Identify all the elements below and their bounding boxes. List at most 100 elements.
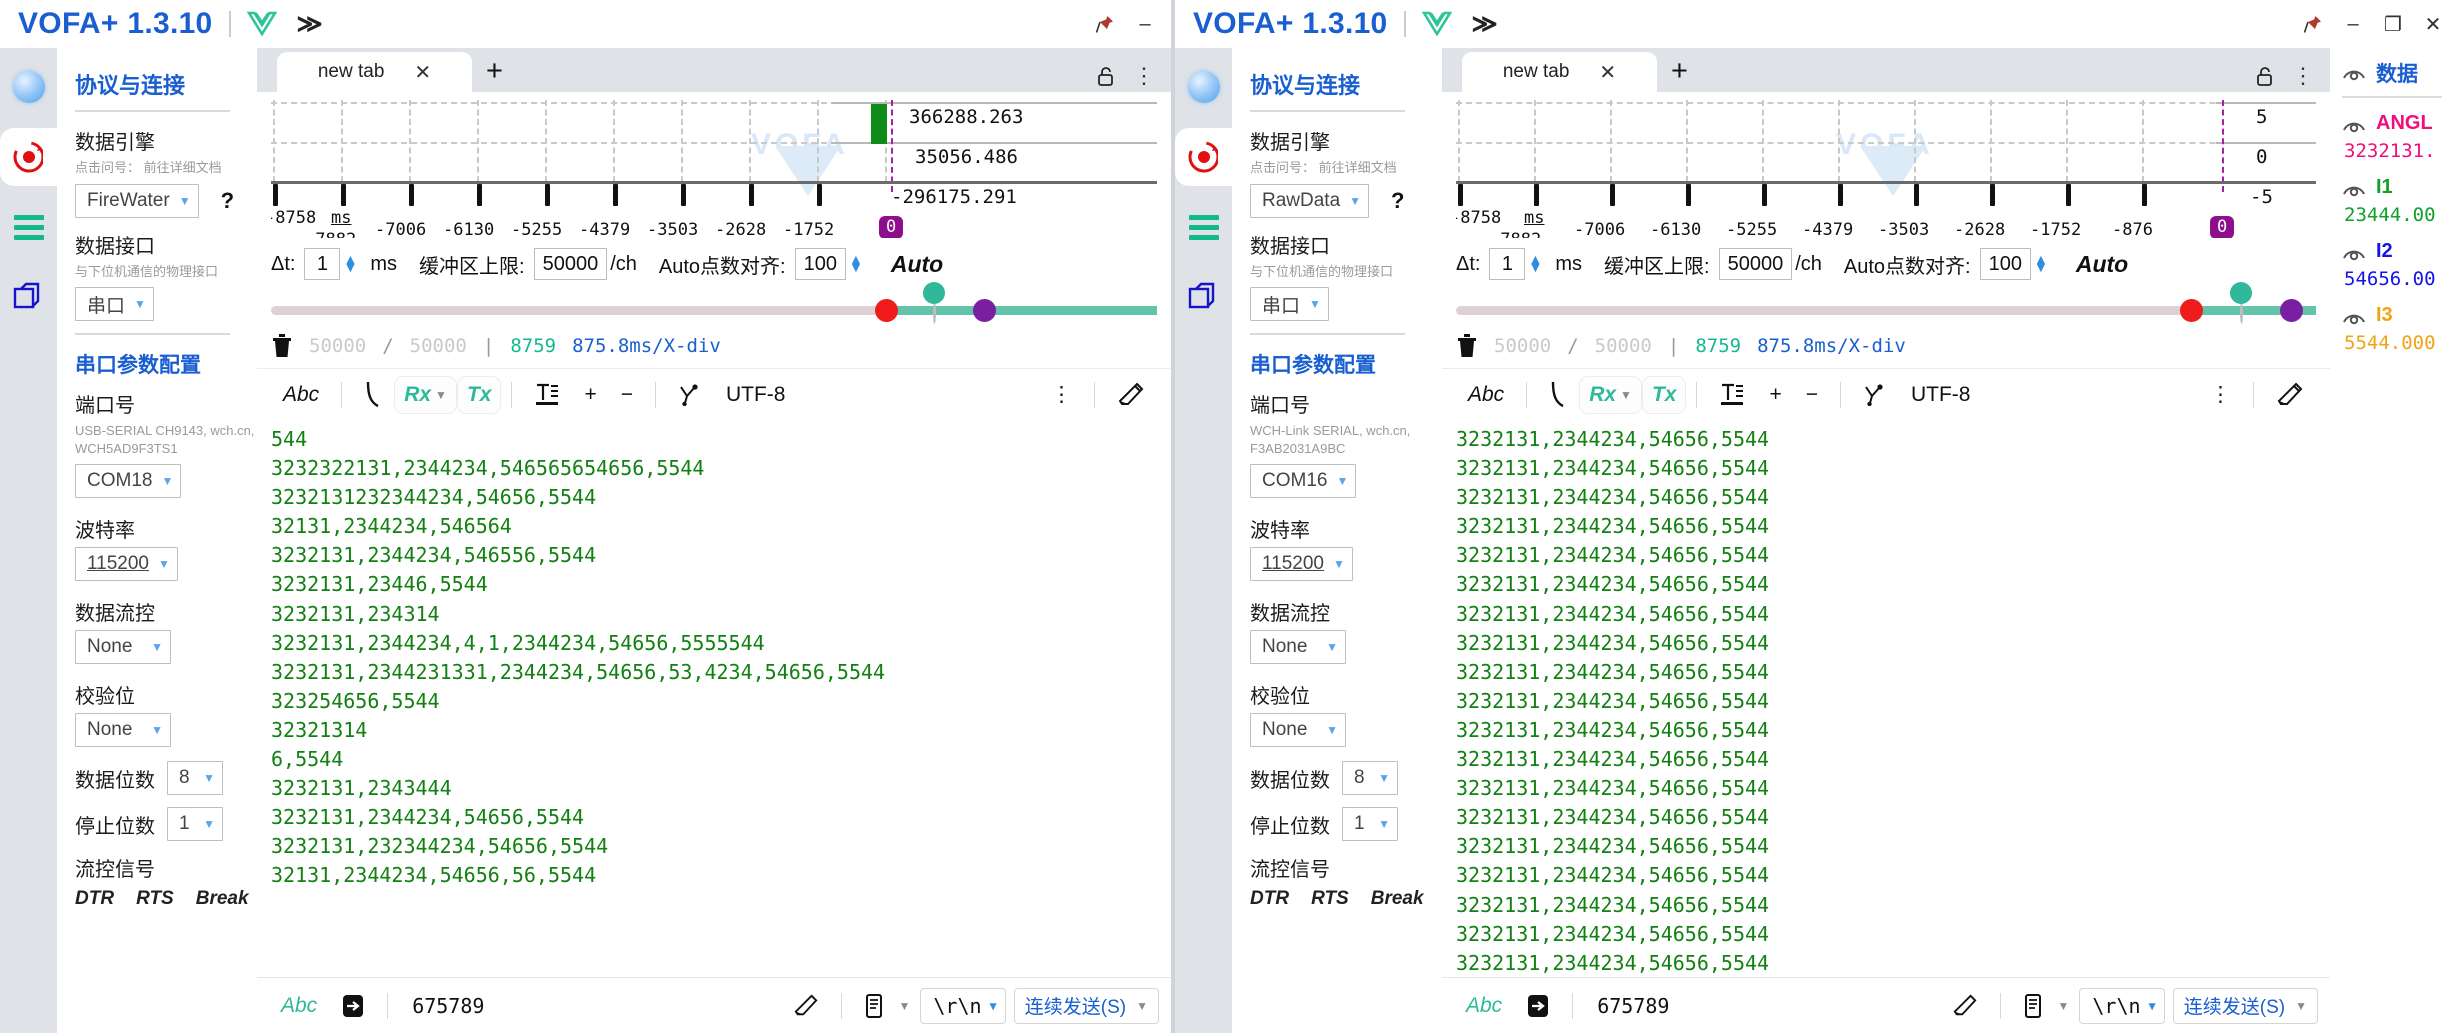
right-dt-input[interactable]: 1 [1489,248,1526,280]
right-send-arrow-icon[interactable] [1514,986,1562,1026]
left-auto-button[interactable]: Auto [891,251,943,278]
right-flow-select[interactable]: None ▼ [1250,630,1346,665]
rail-item-connection[interactable] [1175,128,1232,186]
right-auto-button[interactable]: Auto [2076,251,2128,278]
left-port-select[interactable]: COM18 ▼ [75,464,182,499]
left-align-input[interactable]: 100 [794,248,846,280]
right-newline-select[interactable]: \r\n ▼ [2079,987,2165,1024]
right-send-input[interactable]: 675789 [1583,994,1940,1018]
left-send-abc-button[interactable]: Abc [269,986,329,1026]
eye-icon[interactable] [2342,180,2366,196]
right-term-wrap-icon[interactable] [1707,375,1757,415]
right-data-interface-select[interactable]: 串口 ▼ [1250,287,1329,322]
right-databits-select[interactable]: 8 ▼ [1342,761,1398,796]
rail-item-windows[interactable] [1175,268,1232,326]
rail-item-connection[interactable] [0,128,57,186]
left-align-stepper[interactable]: ▲ ▼ [849,253,863,274]
left-newline-select[interactable]: \r\n ▼ [920,987,1006,1024]
close-icon[interactable]: ✕ [414,60,431,85]
left-data-engine-help-icon[interactable]: ? [221,188,234,214]
right-plot-cursor-badge[interactable]: 0 [2210,216,2235,238]
data-panel-item-i3[interactable]: I3 5544.000 [2342,304,2459,354]
left-dt-stepper[interactable]: ▲ ▼ [343,253,357,274]
right-term-more-icon[interactable]: ⋮ [2198,375,2243,415]
left-data-engine-select[interactable]: FireWater ▼ [75,183,199,218]
left-send-arrow-icon[interactable] [329,986,377,1026]
right-align-input[interactable]: 100 [1979,248,2031,280]
eye-icon[interactable] [2342,244,2366,260]
right-data-engine-select[interactable]: RawData ▼ [1250,183,1370,218]
left-data-interface-select[interactable]: 串口 ▼ [75,287,154,322]
rail-item-windows[interactable] [0,268,57,326]
left-send-input[interactable]: 675789 [398,994,781,1018]
close-icon[interactable]: ✕ [1599,60,1616,85]
right-send-button[interactable]: 连续发送(S) ▼ [2172,987,2318,1024]
minimize-button[interactable]: – [2333,7,2373,41]
trash-icon[interactable] [1456,334,1478,358]
minimize-button[interactable]: – [1125,7,1165,41]
right-stopbits-select[interactable]: 1 ▼ [1342,807,1398,842]
right-parity-select[interactable]: None ▼ [1250,713,1346,748]
right-term-zoom-in-button[interactable]: + [1757,375,1793,415]
data-panel-item-i1[interactable]: I1 23444.00 [2342,176,2459,226]
eye-icon[interactable] [2342,116,2366,132]
expand-chevrons-icon[interactable]: ≫ [297,9,323,39]
right-slider-end-knob[interactable] [2280,299,2303,322]
left-buffer-input[interactable]: 50000 [533,248,608,280]
right-send-clear-icon[interactable] [1940,986,1990,1026]
pin-icon[interactable] [1085,7,1125,41]
left-databits-select[interactable]: 8 ▼ [167,761,223,796]
chevron-down-icon[interactable]: ▼ [2057,999,2069,1013]
left-tab-more-icon[interactable]: ⋮ [1133,65,1155,87]
rail-orb-indicator[interactable] [0,58,57,116]
left-dtr-button[interactable]: DTR [75,888,114,910]
left-terminal-output[interactable]: 544 3232322131,2344234,546565654656,5544… [257,421,1171,977]
right-term-hook-icon[interactable] [1537,375,1579,415]
rail-orb-indicator[interactable] [1175,58,1232,116]
right-term-encoding-label[interactable]: UTF-8 [1899,375,1983,415]
eye-icon[interactable] [2342,65,2366,81]
left-plot[interactable]: VOFA 366288.263 35056.486 -296175.291 87… [271,100,1157,238]
left-term-rx-toggle[interactable]: Rx ▼ [394,376,457,414]
right-baud-select[interactable]: 115200 ▼ [1250,547,1353,582]
left-term-zoom-out-button[interactable]: − [609,375,645,415]
left-tab-new-tab[interactable]: new tab ✕ [277,52,472,92]
rail-item-menu[interactable] [1175,198,1232,256]
left-send-file-icon[interactable] [852,986,898,1026]
right-align-stepper[interactable]: ▲ ▼ [2034,253,2048,274]
left-term-tx-toggle[interactable]: Tx [456,376,502,414]
right-send-abc-button[interactable]: Abc [1454,986,1514,1026]
eye-icon[interactable] [2342,308,2366,324]
right-plot-cursor[interactable] [2222,100,2224,192]
right-term-rx-toggle[interactable]: Rx ▼ [1579,376,1642,414]
left-term-zoom-in-button[interactable]: + [572,375,608,415]
left-send-clear-icon[interactable] [781,986,831,1026]
close-button[interactable]: ✕ [2413,7,2453,41]
left-term-abc-button[interactable]: Abc [271,375,331,415]
left-term-encoding-icon[interactable] [666,375,714,415]
right-plot[interactable]: VOFA 5 0 -5 8758 ms -7006 -6130 -5255 -4… [1456,100,2316,238]
left-term-more-icon[interactable]: ⋮ [1039,375,1084,415]
trash-icon[interactable] [271,334,293,358]
rail-item-menu[interactable] [0,198,57,256]
left-add-tab-button[interactable]: + [486,55,503,88]
right-data-engine-help-icon[interactable]: ? [1391,188,1404,214]
right-add-tab-button[interactable]: + [1671,55,1688,88]
left-slider-end-knob[interactable] [973,299,996,322]
left-plot-cursor-badge[interactable]: 0 [879,216,904,238]
lock-open-icon[interactable] [2256,66,2274,86]
right-dtr-button[interactable]: DTR [1250,888,1289,910]
left-term-wrap-icon[interactable] [522,375,572,415]
pin-icon[interactable] [2293,7,2333,41]
chevron-down-icon[interactable]: ▼ [898,999,910,1013]
right-tab-new-tab[interactable]: new tab ✕ [1462,52,1657,92]
left-slider-start-knob[interactable] [875,299,898,322]
left-stopbits-select[interactable]: 1 ▼ [167,807,223,842]
left-baud-select[interactable]: 115200 ▼ [75,547,178,582]
right-port-select[interactable]: COM16 ▼ [1250,464,1357,499]
left-term-hook-icon[interactable] [352,375,394,415]
right-slider-start-knob[interactable] [2180,299,2203,322]
right-term-encoding-icon[interactable] [1851,375,1899,415]
right-term-zoom-out-button[interactable]: − [1794,375,1830,415]
maximize-button[interactable]: ❐ [2373,7,2413,41]
